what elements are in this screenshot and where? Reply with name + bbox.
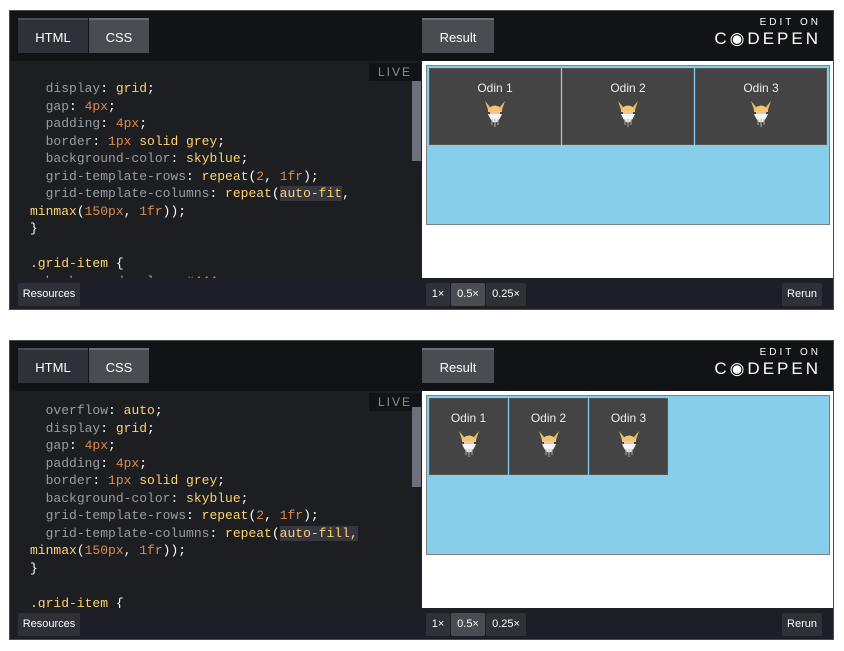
css-code-editor[interactable]: LIVE display: grid; gap: 4px; padding: 4… — [10, 61, 421, 278]
edit-on-label: EDIT ON — [759, 347, 821, 358]
grid-item-label: Odin 3 — [610, 411, 647, 425]
code-line-1: display: grid; — [45, 81, 155, 96]
zoom-05x-button[interactable]: 0.5× — [451, 283, 485, 306]
zoom-1x-button[interactable]: 1× — [426, 613, 450, 636]
codepen-embed-2: HTML CSS Result EDIT ON C◉DEPEN LIVE ove… — [9, 340, 834, 640]
grid-item-label: Odin 3 — [743, 81, 779, 95]
result-pane: Odin 1 Odin 2 Odin 3 — [422, 61, 833, 278]
grid-item: Odin 3 — [589, 398, 668, 475]
code-block: overflow: auto; display: grid; gap: 4px;… — [30, 402, 358, 608]
code-line-2: display: grid; — [45, 420, 155, 436]
editor-scrollbar[interactable] — [412, 81, 421, 161]
code-line-5: border: 1px solid grey; — [45, 473, 226, 488]
codepen-embed-1: HTML CSS Result EDIT ON C◉DEPEN LIVE dis… — [9, 10, 834, 310]
code-line-8: grid-template-columns: repeat(auto-fill, — [45, 525, 358, 541]
embed-header: HTML CSS Result EDIT ON C◉DEPEN — [10, 11, 833, 61]
code-line-9: } — [30, 221, 38, 236]
result-pane: Odin 1 Odin 2 Odin 3 — [422, 391, 833, 608]
odin-icon — [618, 101, 638, 127]
odin-icon — [538, 431, 559, 457]
grid-item-label: Odin 2 — [530, 411, 567, 425]
code-line-2: gap: 4px; — [45, 98, 116, 114]
tab-html[interactable]: HTML — [18, 18, 88, 53]
tab-result[interactable]: Result — [422, 18, 494, 53]
rerun-button[interactable]: Rerun — [782, 613, 822, 636]
zoom-1x-button[interactable]: 1× — [426, 283, 450, 306]
odin-icon — [485, 101, 505, 127]
tab-css[interactable]: CSS — [89, 348, 149, 383]
codepen-brand[interactable]: EDIT ON C◉DEPEN — [714, 17, 821, 49]
code-line-4: border: 1px solid grey; — [45, 133, 226, 149]
odin-icon — [458, 431, 479, 457]
grid-item: Odin 3 — [695, 68, 827, 145]
grid-item: Odin 1 — [429, 68, 561, 145]
odin-icon — [751, 101, 771, 127]
code-line-11: .grid-item { — [30, 256, 124, 271]
edit-on-label: EDIT ON — [759, 17, 821, 28]
embed-footer: Resources 1× 0.5× 0.25× Rerun — [10, 608, 833, 639]
codepen-logo: C◉DEPEN — [714, 29, 821, 48]
embed-header: HTML CSS Result EDIT ON C◉DEPEN — [10, 341, 833, 391]
code-line-1: overflow: auto; — [45, 403, 163, 418]
editor-scrollbar[interactable] — [412, 407, 421, 487]
code-line-6: background-color: skyblue; — [45, 490, 249, 506]
tab-html[interactable]: HTML — [18, 348, 88, 383]
code-line-3: padding: 4px; — [45, 116, 148, 131]
grid-item-label: Odin 1 — [450, 411, 487, 425]
code-line-3: gap: 4px; — [45, 438, 116, 453]
rerun-button[interactable]: Rerun — [782, 283, 822, 306]
code-line-7: grid-template-rows: repeat(2, 1fr); — [45, 508, 319, 523]
zoom-025x-button[interactable]: 0.25× — [486, 613, 526, 636]
embed-footer: Resources 1× 0.5× 0.25× Rerun — [10, 278, 833, 309]
code-line-5: background-color: skyblue; — [45, 151, 249, 166]
tab-css[interactable]: CSS — [89, 18, 149, 53]
code-line-7: grid-template-columns: repeat(auto-fit, — [45, 186, 350, 201]
code-line-6: grid-template-rows: repeat(2, 1fr); — [45, 168, 319, 184]
odin-icon — [618, 431, 639, 457]
code-block: display: grid; gap: 4px; padding: 4px; b… — [30, 80, 350, 278]
code-line-8: minmax(150px, 1fr)); — [30, 203, 187, 219]
grid-container: Odin 1 Odin 2 Odin 3 — [426, 65, 830, 225]
grid-container: Odin 1 Odin 2 Odin 3 — [426, 395, 830, 555]
code-line-12: .grid-item { — [30, 595, 124, 609]
codepen-brand[interactable]: EDIT ON C◉DEPEN — [714, 347, 821, 379]
grid-item: Odin 2 — [509, 398, 588, 475]
code-line-9: minmax(150px, 1fr)); — [30, 543, 187, 558]
zoom-05x-button[interactable]: 0.5× — [451, 613, 485, 636]
grid-item: Odin 1 — [429, 398, 508, 475]
resources-button[interactable]: Resources — [18, 613, 80, 636]
tab-result[interactable]: Result — [422, 348, 494, 383]
codepen-logo: C◉DEPEN — [714, 359, 821, 378]
grid-item-label: Odin 2 — [610, 81, 646, 95]
grid-item: Odin 2 — [562, 68, 694, 145]
code-line-4: padding: 4px; — [45, 455, 148, 471]
zoom-025x-button[interactable]: 0.25× — [486, 283, 526, 306]
live-indicator: LIVE — [369, 63, 421, 81]
code-line-10: } — [30, 560, 38, 576]
grid-item-label: Odin 1 — [477, 81, 513, 95]
css-code-editor[interactable]: LIVE overflow: auto; display: grid; gap:… — [10, 391, 421, 608]
resources-button[interactable]: Resources — [18, 283, 80, 306]
